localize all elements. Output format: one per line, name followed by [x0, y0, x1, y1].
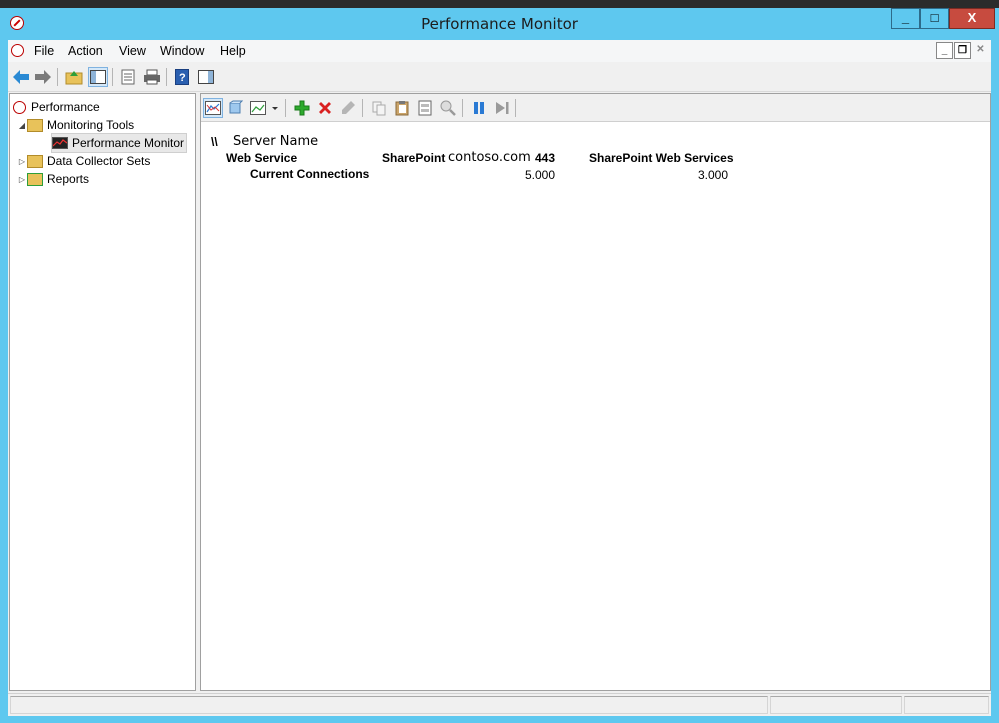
- toolbar-separator: [57, 68, 58, 86]
- toolbar-separator: [112, 68, 113, 86]
- toolbar-separator: [515, 99, 516, 117]
- tree-item-label: Data Collector Sets: [47, 154, 151, 168]
- title-bar[interactable]: Performance Monitor _ □ X: [0, 8, 999, 38]
- show-hide-tree-icon[interactable]: [88, 67, 108, 87]
- status-cell-main: [10, 696, 768, 714]
- console-tree: Performance ◢ Monitoring Tools Performan…: [9, 93, 196, 691]
- server-prefix: \\: [211, 135, 218, 149]
- close-button[interactable]: X: [949, 8, 995, 29]
- toolbar-separator: [285, 99, 286, 117]
- properties-icon[interactable]: [118, 67, 138, 87]
- change-graph-type-icon[interactable]: [249, 98, 281, 118]
- print-icon[interactable]: [142, 67, 162, 87]
- mdi-restore-button[interactable]: ❐: [954, 42, 971, 59]
- show-hide-action-pane-icon[interactable]: [196, 67, 216, 87]
- properties-icon[interactable]: [415, 98, 435, 118]
- menu-file[interactable]: File: [34, 44, 54, 58]
- maximize-button[interactable]: □: [920, 8, 949, 29]
- collapse-arrow-icon[interactable]: ◢: [17, 121, 27, 130]
- svg-text:?: ?: [179, 72, 186, 84]
- tree-item-monitoring-tools[interactable]: ◢ Monitoring Tools: [17, 116, 134, 134]
- menu-action[interactable]: Action: [68, 44, 103, 58]
- highlight-icon[interactable]: [338, 98, 358, 118]
- expand-arrow-icon[interactable]: ▷: [17, 175, 27, 184]
- menu-view[interactable]: View: [119, 44, 146, 58]
- report-view: \\ Server Name Web Service SharePoint co…: [201, 122, 990, 690]
- add-counter-icon[interactable]: [292, 98, 312, 118]
- window-title: Performance Monitor: [421, 15, 578, 33]
- reports-folder-icon: [27, 172, 43, 186]
- status-cell-secondary: [770, 696, 902, 714]
- tree-item-label: Performance: [31, 100, 100, 114]
- status-cell-tertiary: [904, 696, 989, 714]
- zoom-icon[interactable]: [438, 98, 458, 118]
- counter-value-2: 3.000: [697, 168, 728, 182]
- main-toolbar: ?: [8, 63, 991, 92]
- instance-1-host: contoso.com: [448, 150, 531, 165]
- instance-2-name: SharePoint Web Services: [589, 151, 734, 165]
- server-name: Server Name: [233, 134, 319, 149]
- toolbar-separator: [462, 99, 463, 117]
- data-collector-folder-icon: [27, 154, 43, 168]
- minimize-button[interactable]: _: [891, 8, 920, 29]
- tree-item-performance[interactable]: Performance: [13, 98, 100, 116]
- toolbar-separator: [166, 68, 167, 86]
- performance-monitor-pane: \\ Server Name Web Service SharePoint co…: [200, 93, 991, 691]
- paste-counter-list-icon[interactable]: [392, 98, 412, 118]
- tree-item-data-collector-sets[interactable]: ▷ Data Collector Sets: [17, 152, 150, 170]
- forward-icon[interactable]: [33, 67, 53, 87]
- tree-item-label: Monitoring Tools: [47, 118, 135, 132]
- delete-counter-icon[interactable]: [315, 98, 335, 118]
- menu-window[interactable]: Window: [160, 44, 204, 58]
- expand-arrow-icon[interactable]: ▷: [17, 157, 27, 166]
- object-name: Web Service: [226, 151, 298, 165]
- tree-item-label: Performance Monitor: [72, 136, 185, 150]
- copy-properties-icon[interactable]: [369, 98, 389, 118]
- counter-value-1: 5.000: [524, 168, 555, 182]
- performance-icon: [13, 100, 26, 114]
- status-bar: [8, 693, 991, 716]
- view-log-data-icon[interactable]: [225, 98, 245, 118]
- folder-icon: [27, 118, 43, 132]
- instance-1-port: 443: [535, 151, 556, 165]
- tree-item-label: Reports: [47, 172, 90, 186]
- window-frame: Performance Monitor _ □ X File Action Vi…: [0, 8, 999, 723]
- up-folder-icon[interactable]: [64, 67, 84, 87]
- back-icon[interactable]: [11, 67, 31, 87]
- menu-bar: File Action View Window Help _ ❐ ✕: [8, 40, 991, 62]
- perfmon-toolbar: [201, 94, 990, 122]
- help-icon[interactable]: ?: [172, 67, 192, 87]
- mdi-close-button[interactable]: ✕: [972, 42, 989, 59]
- window-client-area: File Action View Window Help _ ❐ ✕ ? Per…: [8, 40, 991, 716]
- update-data-icon[interactable]: [492, 98, 512, 118]
- mdi-minimize-button[interactable]: _: [936, 42, 953, 59]
- tree-item-reports[interactable]: ▷ Reports: [17, 170, 89, 188]
- counter-name: Current Connections: [250, 167, 370, 181]
- tree-item-performance-monitor[interactable]: Performance Monitor: [51, 133, 188, 153]
- instance-1-prefix: SharePoint: [382, 151, 446, 165]
- mmc-menu-icon[interactable]: [11, 44, 24, 57]
- view-current-activity-icon[interactable]: [203, 98, 223, 118]
- performance-monitor-icon: [52, 137, 68, 149]
- freeze-display-icon[interactable]: [469, 98, 489, 118]
- toolbar-separator: [362, 99, 363, 117]
- menu-help[interactable]: Help: [220, 44, 246, 58]
